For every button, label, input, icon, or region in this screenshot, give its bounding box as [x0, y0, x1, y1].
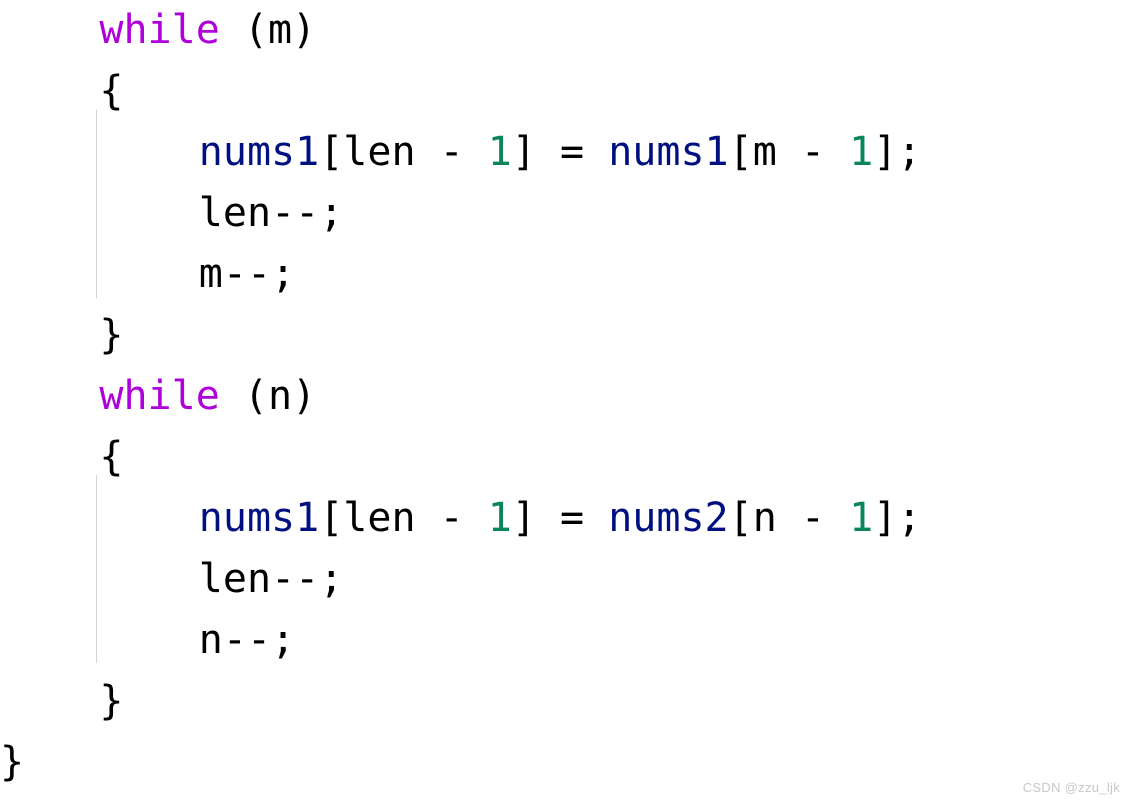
code-line-content: while (m) [0, 0, 1128, 61]
code-line[interactable]: len--; [0, 549, 1128, 610]
code-line[interactable]: } [0, 305, 1128, 366]
code-token-plain: m--; [198, 251, 296, 297]
code-line-content: nums1[len - 1] = nums2[n - 1]; [0, 488, 1128, 549]
code-token-plain: [len - [319, 129, 488, 175]
code-line-content: while (n) [0, 366, 1128, 427]
code-token-plain: (m) [219, 7, 317, 53]
code-token-number: 1 [849, 495, 874, 541]
code-token-plain: len--; [198, 190, 344, 236]
code-line[interactable]: while (m) [0, 0, 1128, 61]
code-line-content: } [0, 671, 1128, 732]
code-line-content: n--; [0, 610, 1128, 671]
code-token-plain: [n - [728, 495, 850, 541]
code-token-plain: { [99, 68, 124, 114]
code-token-number: 1 [849, 129, 874, 175]
code-line[interactable]: { [0, 427, 1128, 488]
code-line[interactable]: n--; [0, 610, 1128, 671]
code-token-plain: { [99, 434, 124, 480]
code-token-plain: ] = [511, 129, 609, 175]
code-token-plain: } [99, 312, 124, 358]
watermark-label: CSDN @zzu_ljk [1022, 780, 1120, 795]
code-line[interactable]: { [0, 61, 1128, 122]
code-token-identifier: nums1 [198, 129, 320, 175]
code-line[interactable]: } [0, 732, 1128, 793]
code-token-identifier: nums1 [608, 129, 729, 175]
code-token-plain: ]; [873, 129, 922, 175]
code-line-content: m--; [0, 244, 1128, 305]
code-token-identifier: nums1 [198, 495, 320, 541]
code-token-plain: n--; [198, 617, 296, 663]
code-token-plain: len--; [198, 556, 344, 602]
code-token-plain: [m - [728, 129, 850, 175]
code-token-plain: } [99, 678, 124, 724]
code-token-number: 1 [487, 495, 512, 541]
code-line[interactable]: m--; [0, 244, 1128, 305]
code-line-content: } [0, 305, 1128, 366]
code-token-number: 1 [487, 129, 512, 175]
code-token-plain: ] = [511, 495, 609, 541]
code-token-plain: } [0, 739, 25, 785]
code-line-content: { [0, 61, 1128, 122]
code-editor[interactable]: while (m){nums1[len - 1] = nums1[m - 1];… [0, 0, 1128, 801]
code-token-keyword: while [99, 7, 220, 53]
code-token-plain: (n) [219, 373, 317, 419]
code-line[interactable]: nums1[len - 1] = nums1[m - 1]; [0, 122, 1128, 183]
code-line-content: len--; [0, 549, 1128, 610]
code-line[interactable]: len--; [0, 183, 1128, 244]
code-line[interactable]: nums1[len - 1] = nums2[n - 1]; [0, 488, 1128, 549]
code-token-identifier: nums2 [608, 495, 729, 541]
code-token-keyword: while [99, 373, 220, 419]
code-line-content: } [0, 732, 1128, 793]
code-line-content: { [0, 427, 1128, 488]
code-line-content: nums1[len - 1] = nums1[m - 1]; [0, 122, 1128, 183]
code-line-content: len--; [0, 183, 1128, 244]
code-line-list: while (m){nums1[len - 1] = nums1[m - 1];… [0, 0, 1128, 793]
code-token-plain: ]; [873, 495, 922, 541]
code-line[interactable]: } [0, 671, 1128, 732]
code-token-plain: [len - [319, 495, 488, 541]
code-line[interactable]: while (n) [0, 366, 1128, 427]
